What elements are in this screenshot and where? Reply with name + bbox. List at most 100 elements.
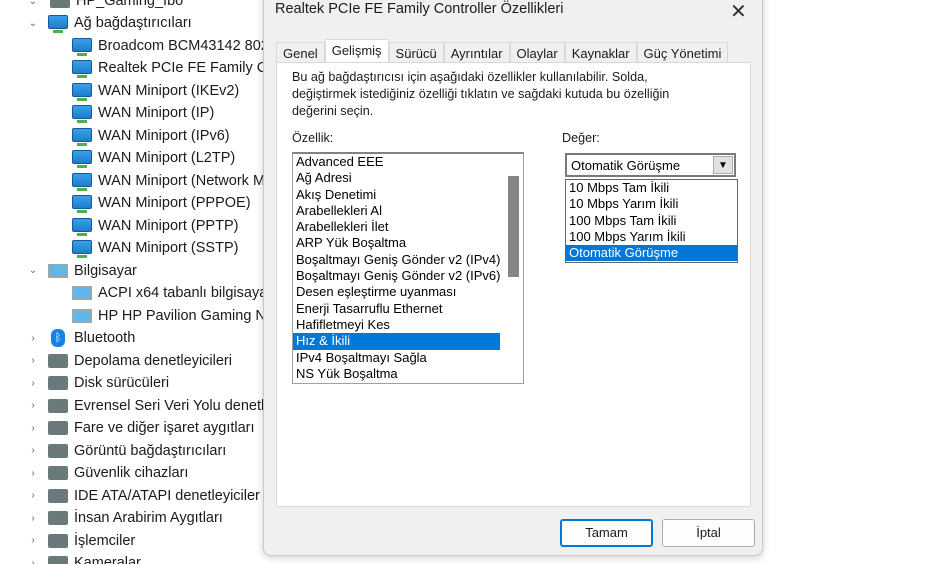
- value-combobox[interactable]: Otomatik Görüşme ▼: [565, 153, 736, 177]
- property-item[interactable]: Arabellekleri Al: [293, 203, 500, 219]
- tree-item[interactable]: › İşlemciler: [0, 530, 135, 552]
- network-adapter-icon: [72, 82, 92, 101]
- tab-1[interactable]: Gelişmiş: [324, 39, 389, 63]
- tree-item[interactable]: › Disk sürücüleri: [0, 372, 169, 394]
- tree-item[interactable]: WAN Miniport (PPTP): [0, 215, 238, 237]
- property-item[interactable]: Hız & İkili: [293, 333, 500, 350]
- chevron-down-icon[interactable]: ⌄: [28, 0, 38, 7]
- tree-item[interactable]: ⌄ Ağ bağdaştırıcıları: [0, 12, 192, 34]
- tab-0[interactable]: Genel: [276, 42, 325, 62]
- tab-3[interactable]: Ayrıntılar: [443, 42, 510, 62]
- chevron-right-icon[interactable]: ›: [28, 468, 38, 479]
- tree-item[interactable]: WAN Miniport (IKEv2): [0, 80, 239, 102]
- tree-item[interactable]: ACPI x64 tabanlı bilgisayar: [0, 282, 264, 304]
- tree-item[interactable]: › Kameralar: [0, 552, 141, 564]
- tree-item-label: Güvenlik cihazları: [74, 465, 189, 481]
- tree-root[interactable]: ⌄ HP_Gaming_Ibo: [0, 0, 183, 12]
- network-adapter-icon: [72, 240, 92, 258]
- tree-item[interactable]: HP HP Pavilion Gaming Notebook: [0, 305, 264, 327]
- property-listbox[interactable]: Advanced EEE Ağ Adresi Akış Denetimi Arabel…: [292, 152, 524, 384]
- chevron-right-icon[interactable]: ›: [28, 535, 38, 546]
- property-item[interactable]: Ağ Adresi: [293, 170, 500, 186]
- chevron-right-icon[interactable]: ›: [28, 333, 38, 344]
- tree-item[interactable]: ⌄ Bilgisayar: [0, 260, 137, 282]
- chevron-right-icon[interactable]: ›: [28, 355, 38, 366]
- ok-button[interactable]: Tamam: [560, 519, 653, 547]
- network-adapter-icon: [72, 37, 92, 56]
- property-item[interactable]: Boşaltmayı Geniş Gönder v2 (IPv4): [293, 252, 500, 268]
- scrollbar-thumb[interactable]: [508, 176, 519, 277]
- properties-dialog: Realtek PCIe FE Family Controller Özelli…: [263, 0, 763, 556]
- advanced-panel: Bu ağ bağdaştırıcısı için aşağıdaki özel…: [276, 62, 751, 507]
- tab-4[interactable]: Olaylar: [509, 42, 565, 62]
- tree-item[interactable]: › Görüntü bağdaştırıcıları: [0, 440, 226, 462]
- property-item[interactable]: Boşaltmayı Geniş Gönder v2 (IPv6): [293, 268, 500, 284]
- tree-item[interactable]: WAN Miniport (SSTP): [0, 237, 238, 259]
- tree-item[interactable]: WAN Miniport (L2TP): [0, 147, 235, 169]
- tree-item[interactable]: › Evrensel Seri Veri Yolu denetleyicileri: [0, 395, 264, 417]
- chevron-right-icon[interactable]: ›: [28, 558, 38, 564]
- tree-item-label: Görüntü bağdaştırıcıları: [74, 442, 227, 459]
- computer-icon: [50, 0, 70, 8]
- network-adapter-icon: [72, 105, 92, 123]
- tree-item-label: İşlemciler: [74, 532, 136, 549]
- tree-item[interactable]: WAN Miniport (IP): [0, 102, 214, 124]
- property-item[interactable]: Enerji Tasarruflu Ethernet: [293, 301, 500, 317]
- tree-item-label: WAN Miniport (SSTP): [98, 240, 239, 256]
- dropdown-arrow-icon[interactable]: ▼: [713, 156, 733, 174]
- chevron-down-icon[interactable]: ⌄: [28, 18, 38, 29]
- value-option[interactable]: 10 Mbps Tam İkili: [566, 180, 737, 196]
- value-label: Değer:: [562, 131, 600, 145]
- cancel-button[interactable]: İptal: [662, 519, 755, 547]
- chevron-right-icon[interactable]: ›: [28, 423, 38, 434]
- property-item[interactable]: NS Yük Boşaltma: [293, 366, 500, 382]
- chevron-down-icon[interactable]: ⌄: [28, 265, 38, 276]
- network-adapter-icon: [72, 172, 92, 191]
- tree-item[interactable]: › Depolama denetleyicileri: [0, 350, 232, 372]
- bluetooth-icon: ᛒ: [51, 329, 65, 347]
- tree-item[interactable]: Broadcom BCM43142 802.11: [0, 35, 264, 57]
- tree-item[interactable]: Realtek PCIe FE Family Controller: [0, 57, 264, 79]
- tree-item-label: Bilgisayar: [74, 262, 137, 279]
- value-option[interactable]: 10 Mbps Yarım İkili: [566, 196, 737, 212]
- property-item[interactable]: Akış Denetimi: [293, 187, 500, 203]
- tab-bar: Genel Gelişmiş Sürücü Ayrıntılar Olaylar Kayn…: [276, 39, 729, 63]
- chevron-right-icon[interactable]: ›: [28, 400, 38, 411]
- tree-item-label: IDE ATA/ATAPI denetleyiciler: [74, 487, 260, 504]
- value-dropdown-list[interactable]: 10 Mbps Tam İkili 10 Mbps Yarım İkili 100 …: [565, 179, 738, 263]
- property-item[interactable]: Arabellekleri İlet: [293, 219, 500, 235]
- chevron-right-icon[interactable]: ›: [28, 513, 38, 524]
- tree-item[interactable]: › ᛒ Bluetooth: [0, 327, 135, 349]
- chevron-right-icon[interactable]: ›: [28, 378, 38, 389]
- mouse-icon: [48, 421, 68, 435]
- tab-5[interactable]: Kaynaklar: [564, 42, 637, 62]
- tree-item[interactable]: › IDE ATA/ATAPI denetleyiciler: [0, 485, 260, 507]
- property-item[interactable]: IPv4 Boşaltmayı Sağla: [293, 350, 500, 366]
- storage-controller-icon: [48, 353, 68, 368]
- property-item[interactable]: Advanced EEE: [293, 154, 500, 170]
- camera-icon: [48, 556, 68, 564]
- tab-6[interactable]: Güç Yönetimi: [636, 42, 729, 62]
- tree-item[interactable]: › Güvenlik cihazları: [0, 462, 188, 484]
- tree-item[interactable]: WAN Miniport (PPPOE): [0, 192, 251, 214]
- property-item[interactable]: ARP Yük Boşaltma: [293, 235, 500, 251]
- processor-icon: [48, 533, 68, 548]
- computer-icon: [48, 263, 68, 278]
- chevron-right-icon[interactable]: ›: [28, 445, 38, 456]
- tree-item-label: Kameralar: [74, 555, 141, 564]
- value-option[interactable]: 100 Mbps Yarım İkili: [566, 229, 737, 245]
- tab-2[interactable]: Sürücü: [388, 42, 444, 62]
- tree-item[interactable]: › Fare ve diğer işaret aygıtları: [0, 417, 254, 439]
- tree-item[interactable]: WAN Miniport (Network Monitor): [0, 170, 264, 192]
- value-option[interactable]: Otomatik Görüşme: [566, 245, 737, 262]
- ide-controller-icon: [48, 488, 68, 503]
- close-icon[interactable]: ✕: [730, 0, 747, 24]
- chevron-right-icon[interactable]: ›: [28, 490, 38, 501]
- property-item[interactable]: Hafifletmeyi Kes: [293, 317, 500, 333]
- property-item[interactable]: Desen eşleştirme uyanması: [293, 284, 500, 300]
- tree-item[interactable]: › İnsan Arabirim Aygıtları: [0, 507, 223, 529]
- tree-item-label: HP HP Pavilion Gaming Notebook: [98, 307, 264, 324]
- display-adapter-icon: [48, 443, 68, 458]
- value-option[interactable]: 100 Mbps Tam İkili: [566, 213, 737, 229]
- tree-item[interactable]: WAN Miniport (IPv6): [0, 125, 230, 147]
